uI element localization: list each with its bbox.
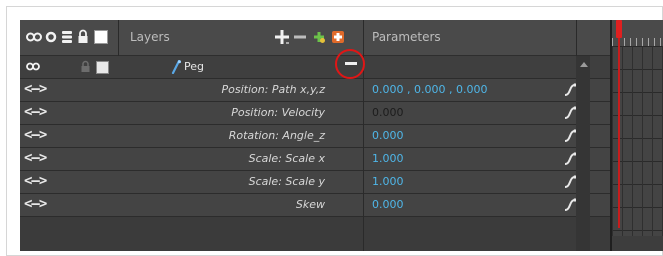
header-divider	[576, 20, 577, 56]
delete-layer-icon[interactable]	[294, 34, 306, 40]
layer-name: Peg	[184, 60, 204, 73]
navigation-arrows[interactable]: <—>	[24, 173, 47, 189]
navigation-arrows[interactable]: <—>	[24, 81, 47, 97]
color-swatch-icon[interactable]	[94, 30, 108, 44]
parameter-row[interactable]: <—> Skew 0.000	[20, 193, 620, 216]
curve-icon[interactable]	[563, 83, 577, 97]
column-divider	[363, 56, 364, 251]
highlight-circle	[335, 49, 365, 79]
parameter-value[interactable]: 0.000 , 0.000 , 0.000	[372, 83, 487, 96]
scroll-up-arrow-icon[interactable]	[580, 62, 588, 67]
navigation-arrows[interactable]: <—>	[24, 150, 47, 166]
parameter-value[interactable]: 0.000	[372, 129, 404, 142]
circle-icon[interactable]	[45, 31, 57, 43]
timeline-panel: Layers Parameters Peg <—> Position: Path…	[20, 20, 663, 251]
row-divider	[20, 216, 620, 217]
parameter-name: Scale: Scale x	[248, 152, 325, 165]
playhead-line	[618, 38, 620, 228]
header-divider	[363, 20, 364, 56]
navigation-arrows[interactable]: <—>	[24, 104, 47, 120]
layers-icon[interactable]	[61, 30, 73, 44]
header-divider	[118, 20, 119, 56]
parameter-name: Position: Velocity	[231, 106, 325, 119]
navigation-arrows[interactable]: <—>	[24, 196, 47, 212]
curve-icon[interactable]	[563, 175, 577, 189]
parameter-row[interactable]: <—> Rotation: Angle_z 0.000	[20, 124, 620, 147]
navigation-arrows[interactable]: <—>	[24, 127, 47, 143]
peg-icon	[171, 60, 181, 74]
parameter-row[interactable]: <—> Position: Velocity 0.000	[20, 101, 620, 124]
curve-icon[interactable]	[563, 129, 577, 143]
playhead[interactable]	[616, 20, 622, 38]
vertical-scrollbar[interactable]	[576, 56, 590, 251]
parameter-name: Skew	[295, 198, 325, 211]
parameter-row[interactable]: <—> Position: Path x,y,z 0.000 , 0.000 ,…	[20, 78, 620, 101]
parameter-value[interactable]: 0.000	[372, 198, 404, 211]
parameter-name: Position: Path x,y,z	[221, 83, 325, 96]
timeline-frames[interactable]	[610, 20, 663, 251]
parameter-row[interactable]: <—> Scale: Scale y 1.000	[20, 170, 620, 193]
add-layer-icon[interactable]	[274, 29, 290, 45]
curve-icon[interactable]	[563, 198, 577, 212]
parameter-value[interactable]: 1.000	[372, 152, 404, 165]
lock-icon[interactable]	[77, 29, 89, 44]
add-peg-icon[interactable]	[330, 29, 346, 45]
peg-layer-row[interactable]: Peg	[20, 56, 620, 78]
parameter-value[interactable]: 0.000	[372, 106, 404, 119]
parameters-column-title: Parameters	[372, 30, 441, 44]
parameter-name: Scale: Scale y	[248, 175, 325, 188]
color-swatch-icon[interactable]	[96, 61, 109, 74]
add-drawing-icon[interactable]	[312, 30, 326, 44]
lock-icon[interactable]	[80, 60, 91, 73]
eye-icon[interactable]	[26, 31, 42, 43]
parameter-value[interactable]: 1.000	[372, 175, 404, 188]
curve-icon[interactable]	[563, 152, 577, 166]
curve-icon[interactable]	[563, 106, 577, 120]
parameter-name: Rotation: Angle_z	[228, 129, 325, 142]
eye-icon[interactable]	[26, 61, 40, 72]
layers-column-title: Layers	[130, 30, 170, 44]
parameter-row[interactable]: <—> Scale: Scale x 1.000	[20, 147, 620, 170]
